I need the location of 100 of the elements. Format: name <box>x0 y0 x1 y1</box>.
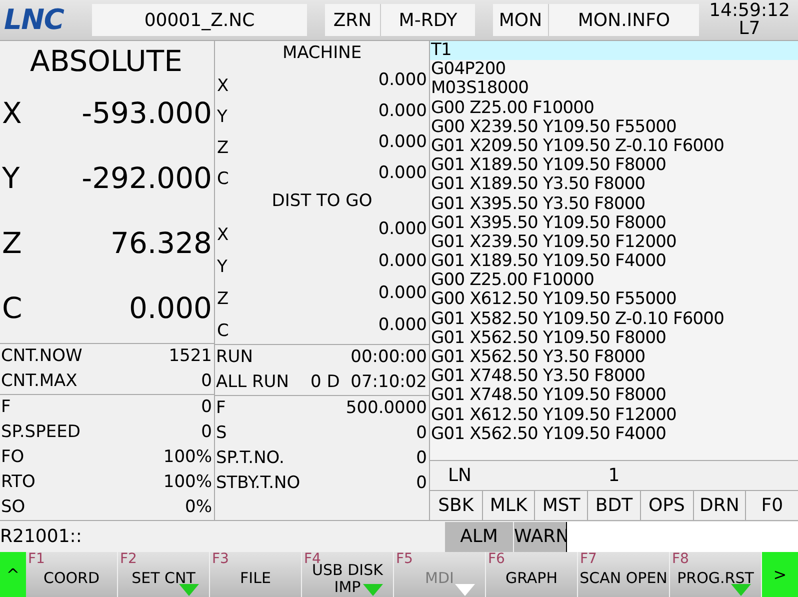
fkey-label: F7 <box>580 552 597 566</box>
axis-label: C <box>217 321 229 341</box>
stat-value: 0 <box>201 396 212 419</box>
program-line[interactable]: G01 X562.50 Y3.50 F8000 <box>430 348 798 368</box>
file-name-field: 00001_Z.NC <box>92 4 307 36</box>
stat-label: SP.T.NO. <box>216 446 284 470</box>
softkey-button[interactable]: F2 SET CNT <box>118 552 209 597</box>
axis-label: X <box>2 94 22 132</box>
program-line[interactable]: G01 X395.50 Y109.50 F8000 <box>430 214 798 233</box>
softkey-button[interactable]: F6 GRAPH <box>486 552 577 597</box>
axis-value: 0.000 <box>378 315 427 335</box>
program-line[interactable]: G01 X189.50 Y109.50 F4000 <box>430 252 798 272</box>
command-text: R21001:: <box>0 525 83 549</box>
program-line[interactable]: G01 X189.50 Y3.50 F8000 <box>430 175 798 194</box>
status-field: ZRN <box>325 4 381 36</box>
program-line[interactable]: G00 X612.50 Y109.50 F55000 <box>430 290 798 310</box>
program-line[interactable]: G00 X239.50 Y109.50 F55000 <box>430 118 798 137</box>
stat-value: 0% <box>185 496 212 519</box>
monitor-field: MON <box>493 4 549 36</box>
program-line[interactable]: G01 X395.50 Y3.50 F8000 <box>430 194 798 214</box>
softkey-button[interactable]: F8 PROG.RST <box>670 552 761 597</box>
program-line[interactable]: G01 X209.50 Y109.50 Z-0.10 F6000 <box>430 136 798 156</box>
alarm-button[interactable]: ALM <box>445 522 513 552</box>
axis-value: 0.000 <box>378 163 427 183</box>
softkey-button[interactable]: F4USB DISK IMP <box>302 552 393 597</box>
axis-label: C <box>217 169 229 189</box>
program-line[interactable]: G01 X562.50 Y109.50 F4000 <box>430 424 798 444</box>
command-input[interactable] <box>566 522 798 552</box>
status-field: M-RDY <box>381 4 475 36</box>
stat-value: 500.0000 <box>346 396 427 420</box>
clock-text: 14:59:12 <box>709 2 790 20</box>
prev-page-button[interactable]: ^ <box>0 552 26 597</box>
softkey-button[interactable]: F3 FILE <box>210 552 301 597</box>
program-line[interactable]: G01 X239.50 Y109.50 F12000 <box>430 232 798 252</box>
stat-label: SP.SPEED <box>1 420 80 444</box>
axis-value: 0.000 <box>378 101 427 121</box>
program-line[interactable]: G01 X562.50 Y109.50 F8000 <box>430 328 798 348</box>
axis-label: X <box>217 76 229 96</box>
axis-label: Z <box>217 138 229 158</box>
monitor-field: MON.INFO <box>549 4 699 36</box>
axis-label: C <box>2 290 22 327</box>
axis-value: 0.000 <box>378 132 427 152</box>
fkey-label: F1 <box>28 552 45 566</box>
axis-value: 0.000 <box>378 283 427 303</box>
axis-label: Y <box>217 107 228 127</box>
program-line[interactable]: G00 Z25.00 F10000 <box>430 271 798 290</box>
fkey-label: F2 <box>120 552 137 566</box>
stat-value: 100% <box>163 446 212 469</box>
stat-label: STBY.T.NO <box>216 472 300 495</box>
axis-label: Y <box>217 257 228 277</box>
absolute-title: ABSOLUTE <box>29 43 184 80</box>
section-title: DIST TO GO <box>270 190 374 213</box>
ln-value: 1 <box>607 464 621 488</box>
stat-value: 0 <box>416 472 427 495</box>
logo: LNC <box>4 2 65 38</box>
stat-label: F <box>216 396 226 420</box>
stat-label: FO <box>1 446 24 469</box>
ln-label: LN <box>447 464 472 488</box>
stat-label: F <box>1 396 11 419</box>
stat-label: ALL RUN <box>216 370 289 394</box>
program-line[interactable]: G01 X189.50 Y109.50 F8000 <box>430 156 798 176</box>
stat-label: S <box>216 422 227 445</box>
level-text: L7 <box>738 20 760 38</box>
stat-value: 0 <box>416 422 427 445</box>
stat-label: CNT.MAX <box>1 370 78 393</box>
axis-value: -593.000 <box>82 94 212 132</box>
fkey-label: F8 <box>672 552 689 566</box>
fkey-label: F5 <box>396 552 413 566</box>
axis-value: 76.328 <box>110 224 212 262</box>
axis-label: Z <box>217 289 229 309</box>
stat-value: 0 <box>416 446 427 470</box>
fkey-label: F3 <box>212 552 229 566</box>
axis-value: 0.000 <box>378 219 427 239</box>
stat-value: 100% <box>163 470 212 494</box>
axis-value: -292.000 <box>82 160 212 197</box>
stat-label: SO <box>1 496 26 519</box>
program-line[interactable]: M03S18000 <box>430 79 798 99</box>
stat-label: RUN <box>216 346 253 369</box>
softkey-button[interactable]: F1 COORD <box>26 552 117 597</box>
stat-value: 0 <box>201 420 212 444</box>
program-line[interactable]: G01 X748.50 Y3.50 F8000 <box>430 367 798 386</box>
fkey-label: F6 <box>488 552 505 566</box>
axis-value: 0.000 <box>128 290 212 327</box>
program-line[interactable]: G04P200 <box>430 60 798 80</box>
next-page-button[interactable]: > <box>762 552 798 597</box>
program-line[interactable]: G00 Z25.00 F10000 <box>430 98 798 118</box>
stat-label: RTO <box>1 470 36 494</box>
axis-label: X <box>217 225 229 245</box>
program-line[interactable]: G01 X748.50 Y109.50 F8000 <box>430 386 798 406</box>
program-line[interactable]: G01 X582.50 Y109.50 Z-0.10 F6000 <box>430 310 798 329</box>
stat-value: 00:00:00 <box>350 346 427 369</box>
stat-label: CNT.NOW <box>1 344 82 368</box>
stat-value: 0 D 07:10:02 <box>310 370 427 394</box>
stat-value: 1521 <box>168 344 212 368</box>
stat-value: 0 <box>201 370 212 393</box>
axis-value: 0.000 <box>378 251 427 271</box>
axis-label: Y <box>2 160 20 197</box>
softkey-button[interactable]: F7 SCAN OPEN <box>578 552 669 597</box>
section-title: MACHINE <box>281 42 363 65</box>
program-line[interactable]: G01 X612.50 Y109.50 F12000 <box>430 406 798 425</box>
